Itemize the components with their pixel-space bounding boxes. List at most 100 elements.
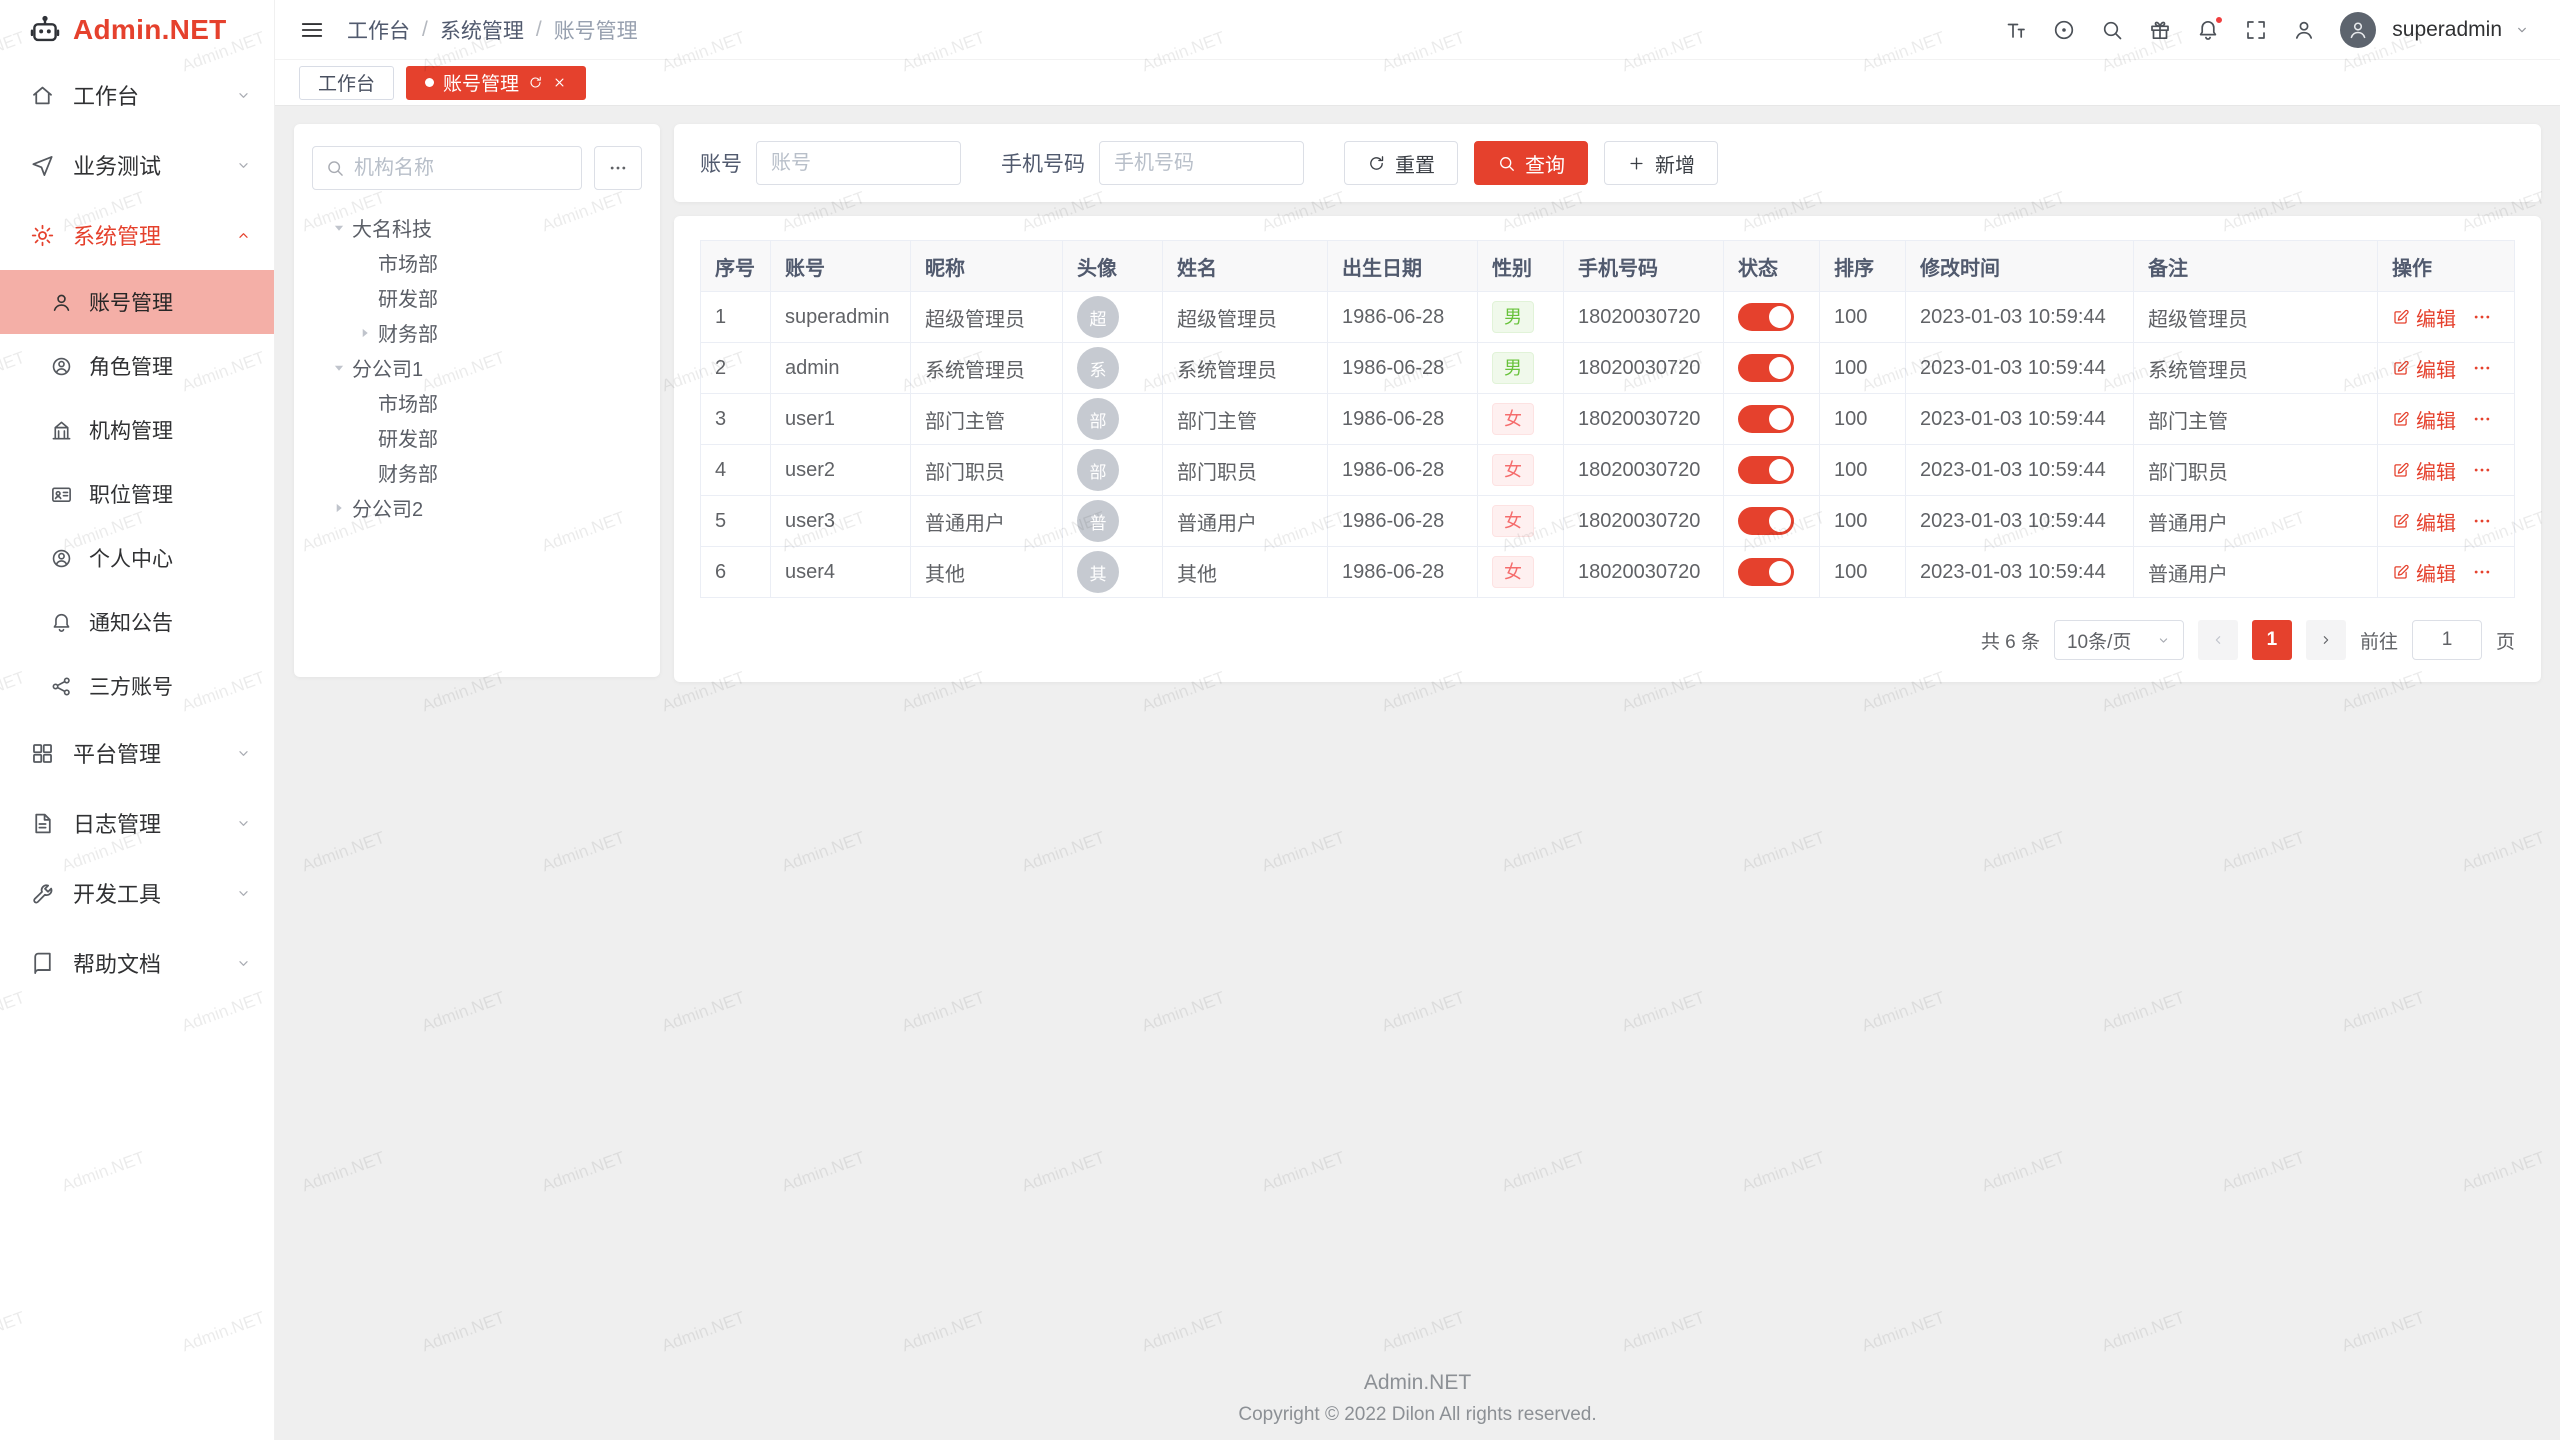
sidebar-menu: 工作台业务测试系统管理账号管理角色管理机构管理职位管理个人中心通知公告三方账号平… — [0, 60, 274, 998]
breadcrumb-item[interactable]: 系统管理 — [440, 15, 524, 45]
more-actions-button[interactable] — [2472, 460, 2492, 480]
more-actions-button[interactable] — [2472, 562, 2492, 582]
search-icon — [1497, 154, 1516, 173]
status-toggle[interactable] — [1738, 303, 1794, 331]
sidebar-item-third-party-account[interactable]: 三方账号 — [0, 654, 274, 718]
tree-expand-icon[interactable] — [328, 497, 350, 519]
more-actions-button[interactable] — [2472, 358, 2492, 378]
fullscreen-icon[interactable] — [2244, 18, 2268, 42]
gift-icon[interactable] — [2148, 18, 2172, 42]
column-header-modified: 修改时间 — [1906, 241, 2134, 292]
accounts-table-card: 序号账号昵称头像姓名出生日期性别手机号码状态排序修改时间备注操作 1supera… — [674, 216, 2541, 682]
more-actions-button[interactable] — [2472, 511, 2492, 531]
status-toggle[interactable] — [1738, 354, 1794, 382]
plus-icon — [1627, 154, 1646, 173]
tree-node[interactable]: 研发部 — [312, 280, 642, 315]
main-area: 工作台/系统管理/账号管理 superadmin 工作台账号管理 — [275, 0, 2560, 1440]
cell-account: user3 — [771, 496, 911, 547]
cell-birthdate: 1986-06-28 — [1328, 292, 1478, 343]
edit-button[interactable]: 编辑 — [2392, 354, 2456, 383]
table-row: 5user3普通用户普普通用户1986-06-28女18020030720100… — [701, 496, 2515, 547]
language-icon[interactable] — [2052, 18, 2076, 42]
cell-modified: 2023-01-03 10:59:44 — [1906, 496, 2134, 547]
page-number-1[interactable]: 1 — [2252, 620, 2292, 660]
notification-bell-icon[interactable] — [2196, 18, 2220, 42]
next-page-button[interactable] — [2306, 620, 2346, 660]
edit-button[interactable]: 编辑 — [2392, 405, 2456, 434]
page-size-select[interactable]: 10条/页 — [2054, 620, 2184, 660]
tab-account-management[interactable]: 账号管理 — [406, 66, 586, 100]
cell-modified: 2023-01-03 10:59:44 — [1906, 292, 2134, 343]
tree-node[interactable]: 大名科技 — [312, 210, 642, 245]
sidebar-item-role-management[interactable]: 角色管理 — [0, 334, 274, 398]
tree-node[interactable]: 分公司2 — [312, 490, 642, 525]
status-toggle[interactable] — [1738, 456, 1794, 484]
account-input[interactable] — [756, 141, 961, 185]
tree-node[interactable]: 市场部 — [312, 385, 642, 420]
tree-node[interactable]: 市场部 — [312, 245, 642, 280]
notification-badge — [2214, 15, 2224, 25]
search-icon[interactable] — [2100, 18, 2124, 42]
sidebar-item-workbench[interactable]: 工作台 — [0, 60, 274, 130]
status-toggle[interactable] — [1738, 507, 1794, 535]
sidebar-item-help-docs[interactable]: 帮助文档 — [0, 928, 274, 998]
more-actions-button[interactable] — [2472, 409, 2492, 429]
edit-button-label: 编辑 — [2416, 303, 2456, 332]
more-actions-button[interactable] — [2472, 307, 2492, 327]
tree-expand-icon[interactable] — [328, 217, 350, 239]
add-button[interactable]: 新增 — [1604, 141, 1718, 185]
user-settings-icon[interactable] — [2292, 18, 2316, 42]
tree-expand-icon[interactable] — [354, 322, 376, 344]
chevron-down-icon — [235, 885, 252, 902]
sidebar-item-platform-management[interactable]: 平台管理 — [0, 718, 274, 788]
right-column: 账号 手机号码 重置 查询 — [674, 124, 2541, 682]
tab-close-icon[interactable] — [552, 75, 567, 90]
query-button-label: 查询 — [1525, 149, 1565, 178]
table-row: 6user4其他其其他1986-06-28女180200307201002023… — [701, 547, 2515, 598]
edit-button[interactable]: 编辑 — [2392, 303, 2456, 332]
phone-input[interactable] — [1099, 141, 1304, 185]
tree-more-button[interactable] — [594, 146, 642, 190]
edit-button[interactable]: 编辑 — [2392, 507, 2456, 536]
tab-workbench[interactable]: 工作台 — [299, 66, 394, 100]
sidebar-item-system-management[interactable]: 系统管理 — [0, 200, 274, 270]
logo[interactable]: Admin.NET — [0, 0, 274, 60]
tree-expand-icon[interactable] — [328, 357, 350, 379]
status-toggle[interactable] — [1738, 405, 1794, 433]
hamburger-menu-icon[interactable] — [299, 17, 325, 43]
font-size-icon[interactable] — [2004, 18, 2028, 42]
cell-gender: 女 — [1478, 496, 1564, 547]
sidebar-item-account-management[interactable]: 账号管理 — [0, 270, 274, 334]
prev-page-button[interactable] — [2198, 620, 2238, 660]
tree-node[interactable]: 分公司1 — [312, 350, 642, 385]
tree-node-label: 分公司2 — [352, 493, 423, 522]
username[interactable]: superadmin — [2392, 18, 2502, 42]
status-toggle[interactable] — [1738, 558, 1794, 586]
edit-button[interactable]: 编辑 — [2392, 558, 2456, 587]
edit-button[interactable]: 编辑 — [2392, 456, 2456, 485]
tree-node[interactable]: 财务部 — [312, 455, 642, 490]
query-button[interactable]: 查询 — [1474, 141, 1588, 185]
cell-phone: 18020030720 — [1564, 496, 1724, 547]
row-avatar: 其 — [1077, 551, 1119, 593]
user-avatar[interactable] — [2340, 12, 2376, 48]
cell-no: 4 — [701, 445, 771, 496]
tree-node[interactable]: 研发部 — [312, 420, 642, 455]
sidebar-item-org-management[interactable]: 机构管理 — [0, 398, 274, 462]
breadcrumb-item[interactable]: 工作台 — [347, 15, 410, 45]
sidebar-item-position-management[interactable]: 职位管理 — [0, 462, 274, 526]
sidebar-item-business-test[interactable]: 业务测试 — [0, 130, 274, 200]
cell-no: 6 — [701, 547, 771, 598]
sidebar-item-log-management[interactable]: 日志管理 — [0, 788, 274, 858]
sidebar-item-notice[interactable]: 通知公告 — [0, 590, 274, 654]
tree-node[interactable]: 财务部 — [312, 315, 642, 350]
cell-sort: 100 — [1820, 496, 1906, 547]
cell-name: 部门职员 — [1163, 445, 1328, 496]
org-name-input[interactable] — [354, 157, 569, 180]
goto-page-input[interactable] — [2412, 620, 2482, 660]
reset-button[interactable]: 重置 — [1344, 141, 1458, 185]
sidebar-item-personal-center[interactable]: 个人中心 — [0, 526, 274, 590]
user-menu-caret-icon[interactable] — [2514, 22, 2530, 38]
sidebar-item-dev-tools[interactable]: 开发工具 — [0, 858, 274, 928]
tab-refresh-icon[interactable] — [528, 75, 543, 90]
